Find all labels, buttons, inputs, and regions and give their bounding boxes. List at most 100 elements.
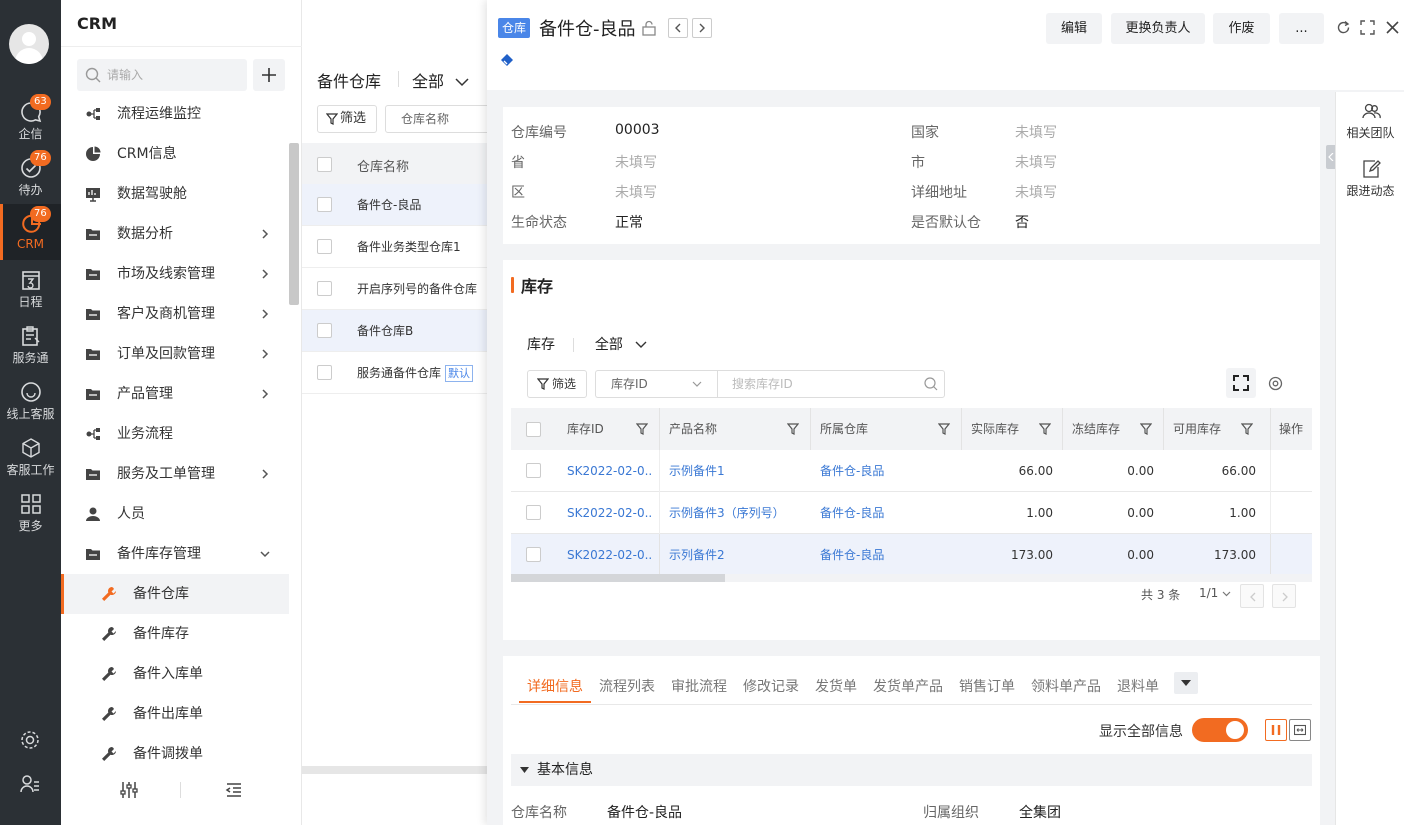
- table-row[interactable]: SK2022-02-0... 示列备件2 备件仓-良品 173.00 0.00 …: [511, 534, 1312, 576]
- product-link[interactable]: 示列备件2: [669, 534, 805, 576]
- next-page-button[interactable]: [1272, 584, 1296, 608]
- tabs-more-dropdown[interactable]: [1174, 672, 1198, 694]
- rail-item-online-service[interactable]: 线上客服: [0, 372, 61, 428]
- stock-id-link[interactable]: SK2022-02-0...: [567, 534, 653, 576]
- table-row[interactable]: SK2022-02-0... 示例备件3（序列号） 备件仓-良品 1.00 0.…: [511, 492, 1312, 534]
- nav-item-spare-inventory[interactable]: 备件库存管理: [61, 534, 289, 574]
- avatar[interactable]: [9, 24, 49, 64]
- change-owner-button[interactable]: 更换负责人: [1111, 13, 1205, 44]
- prev-page-button[interactable]: [1240, 584, 1264, 608]
- nav-item-service-tickets[interactable]: 服务及工单管理: [61, 454, 289, 494]
- single-column-button[interactable]: [1289, 719, 1311, 741]
- tab-change-log[interactable]: 修改记录: [743, 676, 799, 696]
- nav-subitem-stock-out[interactable]: 备件出库单: [61, 694, 289, 734]
- prev-record-button[interactable]: [668, 18, 688, 38]
- show-all-toggle[interactable]: [1192, 718, 1248, 742]
- scope-dropdown[interactable]: 全部: [412, 68, 469, 92]
- collapse-menu-icon[interactable]: [224, 780, 244, 800]
- row-checkbox[interactable]: [317, 197, 332, 212]
- row-checkbox[interactable]: [526, 505, 541, 520]
- rail-item-more[interactable]: 更多: [0, 484, 61, 540]
- edit-button[interactable]: 编辑: [1046, 13, 1102, 44]
- nav-item-crm-info[interactable]: CRM信息: [61, 134, 289, 174]
- expand-table-button[interactable]: [1226, 368, 1256, 398]
- tab-sales-orders[interactable]: 销售订单: [959, 676, 1015, 696]
- list-row[interactable]: 服务通备件仓库 默认: [302, 352, 488, 394]
- row-checkbox[interactable]: [526, 547, 541, 562]
- nav-item-orders[interactable]: 订单及回款管理: [61, 334, 289, 374]
- filter-icon[interactable]: [1140, 423, 1152, 435]
- filter-icon[interactable]: [636, 423, 648, 435]
- nav-scrollbar[interactable]: [289, 143, 299, 305]
- product-link[interactable]: 示例备件1: [669, 450, 805, 492]
- row-checkbox[interactable]: [317, 239, 332, 254]
- tab-delivery-products[interactable]: 发货单产品: [873, 676, 943, 696]
- inventory-scope-dropdown[interactable]: 全部: [595, 337, 647, 353]
- list-hscrollbar[interactable]: [302, 766, 488, 774]
- inventory-field-select[interactable]: 库存ID: [595, 370, 717, 398]
- tab-details[interactable]: 详细信息: [527, 676, 583, 696]
- more-button[interactable]: ...: [1279, 13, 1324, 44]
- tab-delivery[interactable]: 发货单: [815, 676, 857, 696]
- rail-item-todo[interactable]: 76 待办: [0, 148, 61, 204]
- user-list-icon[interactable]: [19, 773, 41, 795]
- list-row[interactable]: 备件仓-良品: [302, 184, 488, 226]
- inventory-filter-button[interactable]: 筛选: [527, 370, 587, 398]
- stock-id-link[interactable]: SK2022-02-0...: [567, 492, 653, 534]
- nav-item-business-flow[interactable]: 业务流程: [61, 414, 289, 454]
- warehouse-link[interactable]: 备件仓-良品: [820, 450, 956, 492]
- related-team-button[interactable]: 相关团队: [1336, 101, 1404, 141]
- rail-item-qixin[interactable]: 63 企信: [0, 92, 61, 148]
- search-input[interactable]: 请输入: [77, 59, 247, 91]
- stock-id-link[interactable]: SK2022-02-0...: [567, 450, 653, 492]
- void-button[interactable]: 作废: [1213, 13, 1270, 44]
- filter-icon[interactable]: [938, 423, 950, 435]
- warehouse-link[interactable]: 备件仓-良品: [820, 534, 956, 576]
- follow-up-button[interactable]: 跟进动态: [1336, 159, 1404, 199]
- product-link[interactable]: 示例备件3（序列号）: [669, 492, 805, 534]
- filter-icon[interactable]: [1039, 423, 1051, 435]
- table-hscrollbar[interactable]: [511, 574, 1312, 582]
- nav-item-data-analysis[interactable]: 数据分析: [61, 214, 289, 254]
- list-row[interactable]: 备件业务类型仓库1: [302, 226, 488, 268]
- next-record-button[interactable]: [692, 18, 712, 38]
- rail-item-service-work[interactable]: 客服工作: [0, 428, 61, 484]
- list-row[interactable]: 备件仓库B: [302, 310, 488, 352]
- tab-return[interactable]: 退料单: [1117, 676, 1159, 696]
- rail-item-crm[interactable]: 76 CRM: [0, 204, 61, 260]
- nav-item-data-cockpit[interactable]: 数据驾驶舱: [61, 174, 289, 214]
- tab-flow-list[interactable]: 流程列表: [599, 676, 655, 696]
- select-all-checkbox[interactable]: [317, 157, 332, 172]
- close-icon[interactable]: [1385, 20, 1400, 35]
- filter-icon[interactable]: [1241, 423, 1253, 435]
- inventory-tab[interactable]: 库存: [527, 337, 555, 353]
- nav-subitem-transfer[interactable]: 备件调拨单: [61, 734, 289, 774]
- row-checkbox[interactable]: [317, 323, 332, 338]
- rail-item-calendar[interactable]: 日程: [0, 260, 61, 316]
- inventory-search-input[interactable]: 搜索库存ID: [717, 370, 945, 398]
- filter-button[interactable]: 筛选: [317, 105, 377, 133]
- nav-subitem-stock-in[interactable]: 备件入库单: [61, 654, 289, 694]
- lock-icon[interactable]: [641, 20, 657, 36]
- sliders-icon[interactable]: [119, 780, 139, 800]
- nav-item-products[interactable]: 产品管理: [61, 374, 289, 414]
- basic-info-section-header[interactable]: 基本信息: [511, 754, 1312, 786]
- row-checkbox[interactable]: [317, 365, 332, 380]
- column-layout-button[interactable]: [1265, 719, 1287, 741]
- brush-icon[interactable]: [499, 52, 515, 68]
- row-checkbox[interactable]: [526, 463, 541, 478]
- table-row[interactable]: SK2022-02-0... 示例备件1 备件仓-良品 66.00 0.00 6…: [511, 450, 1312, 492]
- add-button[interactable]: [253, 59, 285, 91]
- list-row[interactable]: 开启序列号的备件仓库: [302, 268, 488, 310]
- nav-subitem-spare-stock[interactable]: 备件库存: [61, 614, 289, 654]
- refresh-icon[interactable]: [1336, 20, 1351, 35]
- row-checkbox[interactable]: [317, 281, 332, 296]
- warehouse-link[interactable]: 备件仓-良品: [820, 492, 956, 534]
- select-all-checkbox[interactable]: [526, 422, 541, 437]
- filter-icon[interactable]: [787, 423, 799, 435]
- nav-item-process-monitor[interactable]: 流程运维监控: [61, 94, 289, 134]
- nav-subitem-spare-warehouse[interactable]: 备件仓库: [61, 574, 289, 614]
- settings-gear-icon[interactable]: [1268, 376, 1283, 391]
- tab-approval[interactable]: 审批流程: [671, 676, 727, 696]
- tab-picking-products[interactable]: 领料单产品: [1031, 676, 1101, 696]
